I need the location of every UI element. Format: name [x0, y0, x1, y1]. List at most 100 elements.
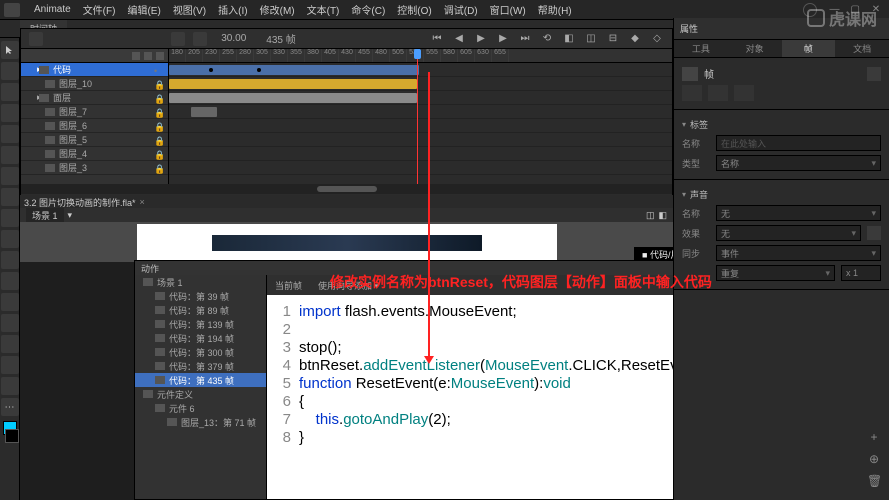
tab-object[interactable]: 对象 [728, 40, 782, 57]
menu-control[interactable]: 控制(O) [391, 2, 437, 17]
tree-item[interactable]: 场景 1 [135, 275, 266, 289]
menu-view[interactable]: 视图(V) [167, 2, 212, 17]
tree-item[interactable]: 代码：第 435 帧 [135, 373, 266, 387]
frame-area[interactable]: 1802052302552803053303553804054304554805… [169, 49, 672, 184]
tree-item[interactable]: 元件 6 [135, 401, 266, 415]
pencil-tool[interactable] [1, 209, 19, 227]
sound-repeat-select[interactable]: 重复 [716, 265, 835, 281]
keyframe-icon[interactable] [193, 32, 207, 46]
menu-text[interactable]: 文本(T) [301, 2, 346, 17]
tween-type-icon-3[interactable] [734, 85, 754, 101]
menu-commands[interactable]: 命令(C) [345, 2, 391, 17]
menu-debug[interactable]: 调试(D) [438, 2, 484, 17]
playhead[interactable] [417, 49, 418, 184]
stroke-color[interactable] [5, 429, 19, 443]
goto-start-button[interactable]: ⏮ [430, 32, 444, 46]
frame-options-icon[interactable] [867, 67, 881, 81]
pen-tool[interactable] [1, 125, 19, 143]
tween-type-icon-2[interactable] [708, 85, 728, 101]
timeline-scrollbar[interactable] [21, 184, 672, 194]
menu-edit[interactable]: 编辑(E) [121, 2, 166, 17]
lock-icon[interactable] [156, 52, 164, 60]
menu-file[interactable]: 文件(F) [77, 2, 122, 17]
frame-track-0[interactable] [169, 63, 672, 77]
add-icon[interactable]: + [867, 430, 881, 444]
bone-tool[interactable] [1, 251, 19, 269]
stage-canvas[interactable]: ■ 代码/片段 [137, 224, 557, 262]
frame-track-7[interactable] [169, 161, 672, 175]
insert-keyframe-icon[interactable]: ◆ [628, 32, 642, 46]
menu-window[interactable]: 窗口(W) [484, 2, 532, 17]
layer-row[interactable]: 图层_7🔒 [21, 105, 168, 119]
step-back-button[interactable]: ◀ [452, 32, 466, 46]
stage-graphic[interactable] [212, 235, 482, 251]
remove-frame-icon[interactable]: ⊟ [606, 32, 620, 46]
camera-icon[interactable] [171, 32, 185, 46]
camera-tool[interactable] [1, 335, 19, 353]
tab-tool[interactable]: 工具 [674, 40, 728, 57]
layer-row[interactable]: 图层_5🔒 [21, 133, 168, 147]
rectangle-tool[interactable] [1, 188, 19, 206]
sound-repeat-count[interactable]: x 1 [841, 265, 881, 281]
timeline-menu-icon[interactable] [29, 32, 43, 46]
eyedropper-tool[interactable] [1, 293, 19, 311]
onion-skin-icon[interactable]: ◧ [562, 32, 576, 46]
loop-icon[interactable]: ⟲ [540, 32, 554, 46]
sound-effect-select[interactable]: 无 [716, 225, 861, 241]
step-forward-button[interactable]: ▶ [496, 32, 510, 46]
menu-insert[interactable]: 插入(I) [212, 2, 253, 17]
play-button[interactable]: ▶ [474, 32, 488, 46]
insert-frame-icon[interactable]: ◫ [584, 32, 598, 46]
visibility-icon[interactable] [144, 52, 152, 60]
sound-name-select[interactable]: 无 [716, 205, 881, 221]
tree-item[interactable]: 代码：第 379 帧 [135, 359, 266, 373]
menu-animate[interactable]: Animate [28, 4, 77, 15]
selection-tool[interactable] [1, 41, 19, 59]
frame-track-2[interactable] [169, 91, 672, 105]
fps-display[interactable]: 30.00 [221, 33, 246, 44]
edit-scene-icon[interactable]: ◧ [658, 210, 667, 221]
layer-row[interactable]: ▸代码• [21, 63, 168, 77]
scene-dropdown-icon[interactable]: ▾ [68, 210, 73, 221]
lasso-tool[interactable] [1, 104, 19, 122]
layer-row[interactable]: 图层_3🔒 [21, 161, 168, 175]
frame-track-3[interactable] [169, 105, 672, 119]
menu-help[interactable]: 帮助(H) [532, 2, 578, 17]
label-type-select[interactable]: 名称 [716, 155, 881, 171]
tree-item[interactable]: 代码：第 194 帧 [135, 331, 266, 345]
eraser-tool[interactable] [1, 314, 19, 332]
sound-sync-select[interactable]: 事件 [716, 245, 881, 261]
scene-selector[interactable]: 场景 1 [26, 208, 64, 223]
layer-row[interactable]: 图层_10🔒 [21, 77, 168, 91]
line-tool[interactable] [1, 167, 19, 185]
sound-edit-icon[interactable] [867, 226, 881, 240]
tab-frame[interactable]: 帧 [782, 40, 836, 57]
frame-track-5[interactable] [169, 133, 672, 147]
frame-track-4[interactable] [169, 119, 672, 133]
tree-item[interactable]: 代码：第 89 帧 [135, 303, 266, 317]
brush-tool[interactable] [1, 230, 19, 248]
close-document-icon[interactable]: × [140, 197, 145, 207]
tree-item[interactable]: 代码：第 39 帧 [135, 289, 266, 303]
section-sound[interactable]: 声音 [682, 188, 881, 201]
tab-document[interactable]: 文档 [835, 40, 889, 57]
edit-symbol-icon[interactable]: ◫ [646, 210, 655, 221]
more-tools[interactable]: ⋯ [1, 398, 19, 416]
layer-row[interactable]: 图层_6🔒 [21, 119, 168, 133]
section-label[interactable]: 标签 [682, 118, 881, 131]
subselection-tool[interactable] [1, 62, 19, 80]
insert-blank-keyframe-icon[interactable]: ◇ [650, 32, 664, 46]
goto-end-button[interactable]: ⏭ [518, 32, 532, 46]
paint-bucket-tool[interactable] [1, 272, 19, 290]
tween-type-icon-1[interactable] [682, 85, 702, 101]
link-icon[interactable]: ⊕ [867, 452, 881, 466]
text-tool[interactable] [1, 146, 19, 164]
layer-row[interactable]: ▸面层🔒 [21, 91, 168, 105]
stage[interactable]: ■ 代码/片段 [20, 222, 673, 262]
tree-item[interactable]: 图层_13：第 71 帧 [135, 415, 266, 429]
menu-modify[interactable]: 修改(M) [254, 2, 301, 17]
free-transform-tool[interactable] [1, 83, 19, 101]
tree-item[interactable]: 代码：第 139 帧 [135, 317, 266, 331]
tree-item[interactable]: 元件定义 [135, 387, 266, 401]
layer-row[interactable]: 图层_4🔒 [21, 147, 168, 161]
